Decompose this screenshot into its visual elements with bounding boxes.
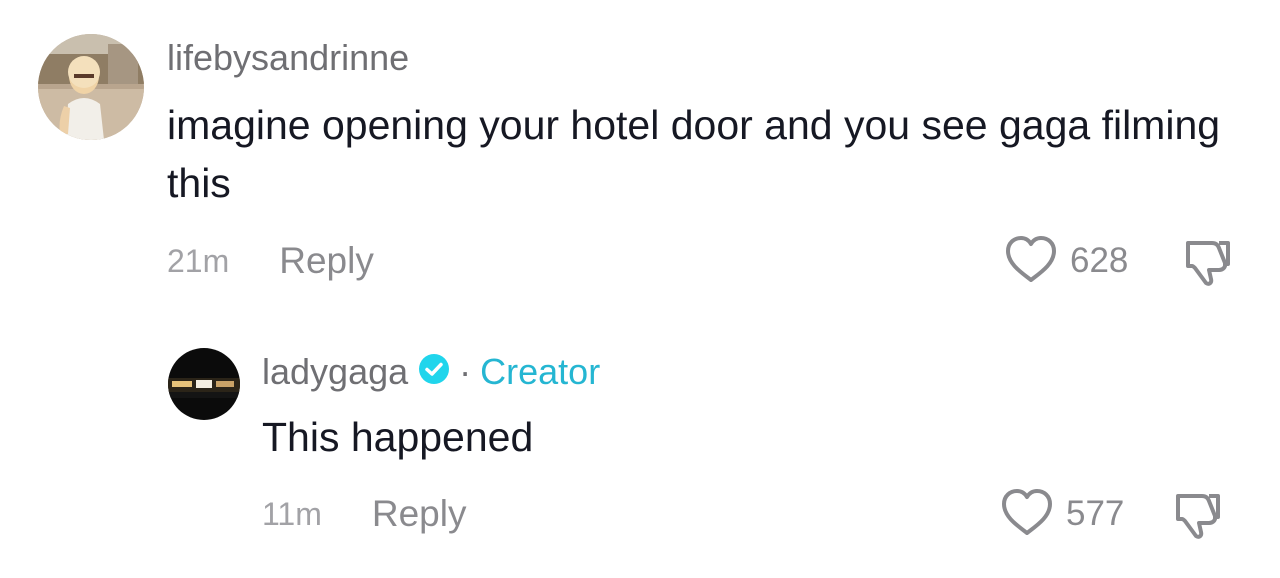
thumbs-down-icon — [1172, 494, 1224, 544]
reply-button[interactable]: Reply — [372, 493, 467, 535]
separator-dot: · — [459, 351, 472, 392]
avatar-image — [168, 348, 240, 420]
comment-text: imagine opening your hotel door and you … — [167, 102, 1221, 206]
heart-icon — [1000, 488, 1054, 541]
like-count: 628 — [1070, 241, 1129, 280]
like-button[interactable]: 628 — [1004, 235, 1129, 288]
comment-meta: 21m Reply — [167, 240, 374, 282]
thumbs-down-icon — [1182, 241, 1234, 291]
comment-timestamp: 11m — [262, 495, 322, 532]
like-count: 577 — [1066, 494, 1125, 533]
avatar[interactable] — [168, 348, 240, 420]
comment-username[interactable]: lifebysandrinne — [167, 40, 409, 76]
avatar[interactable] — [38, 34, 144, 140]
reply-button[interactable]: Reply — [279, 240, 374, 282]
comment-text: This happened — [262, 414, 534, 460]
comment-username-row: ladygaga · Creator — [262, 353, 600, 391]
comment-meta: 11m Reply — [262, 493, 467, 535]
avatar-image — [38, 34, 144, 140]
verified-badge-icon — [418, 353, 450, 391]
comment-username[interactable]: ladygaga — [262, 354, 408, 390]
creator-badge: Creator — [480, 351, 601, 392]
heart-icon — [1004, 235, 1058, 288]
dislike-button[interactable] — [1182, 237, 1234, 292]
comment-timestamp: 21m — [167, 242, 230, 279]
like-button[interactable]: 577 — [1000, 488, 1125, 541]
dislike-button[interactable] — [1172, 490, 1224, 545]
